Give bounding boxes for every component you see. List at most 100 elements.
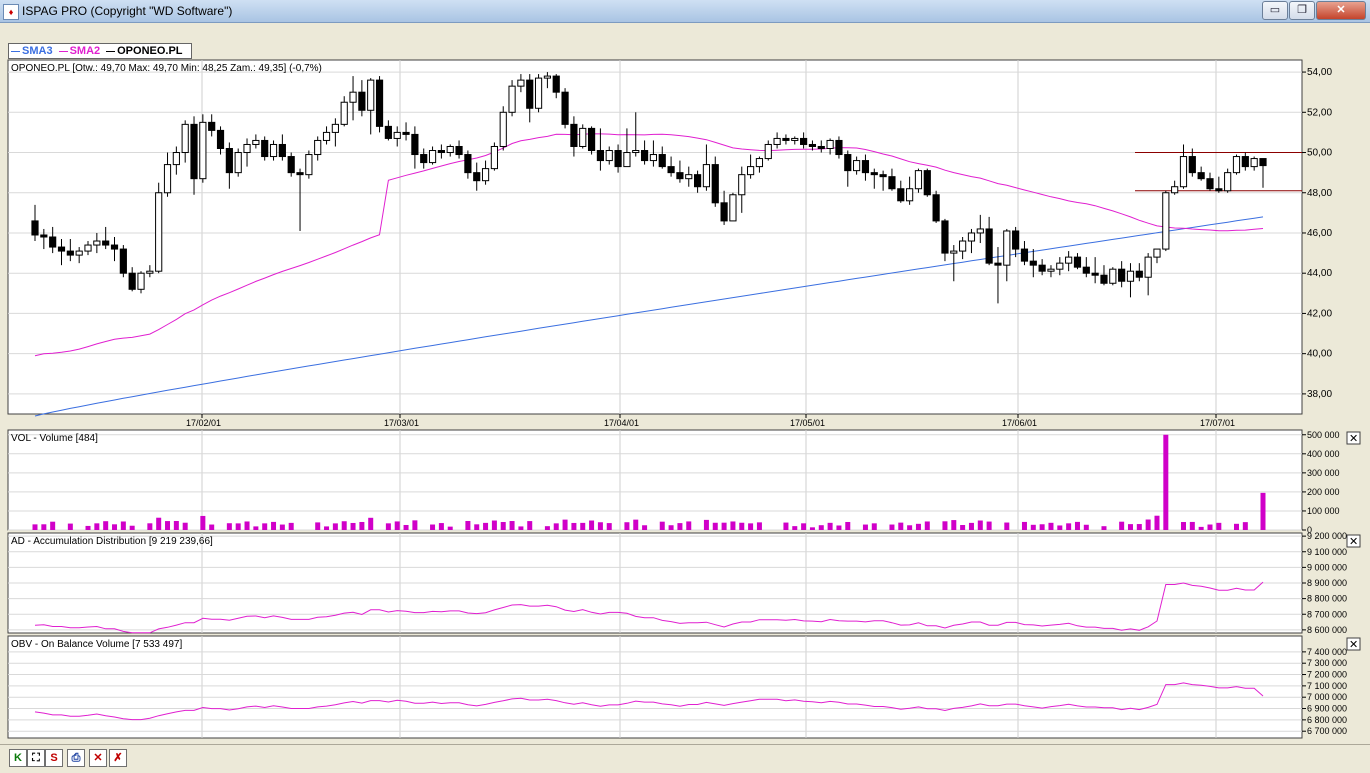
volume-bar <box>580 522 586 530</box>
volume-bar <box>491 520 497 530</box>
candle-body <box>128 272 136 290</box>
candle-body <box>596 150 605 162</box>
candle <box>579 124 587 149</box>
ad-y-tick-label: 9 100 000 <box>1307 547 1347 557</box>
candle-body <box>941 220 949 254</box>
volume-bar <box>226 523 232 530</box>
candle-body <box>543 75 551 79</box>
volume-bar <box>915 523 921 530</box>
print-icon-button[interactable]: ⎙ <box>67 749 85 767</box>
obv-y-tick-label: 6 800 000 <box>1307 715 1347 725</box>
candle-body <box>322 131 331 141</box>
volume-bar <box>668 525 674 530</box>
candle-body <box>844 154 852 172</box>
volume-bar <box>85 525 91 530</box>
volume-bar <box>827 522 833 530</box>
candle-body <box>1232 156 1241 174</box>
candle-body <box>755 158 764 168</box>
chart-area[interactable]: 54,00 52,00 50,00 48,00 46,00 44,00 42,00 40,00… <box>0 0 1370 744</box>
candle-body <box>367 79 375 111</box>
delete-all-icon-button[interactable]: ✗ <box>109 749 127 767</box>
volume-bar <box>1066 523 1072 530</box>
candle-body <box>1091 272 1099 276</box>
candle <box>199 114 207 183</box>
candle-body <box>84 244 92 252</box>
candle-body <box>835 139 843 156</box>
candle-body <box>66 250 74 256</box>
volume-bar <box>350 522 356 530</box>
candle-body <box>1100 274 1108 284</box>
delete-icon-button[interactable]: ✕ <box>89 749 107 767</box>
obv-y-tick-label: 6 700 000 <box>1307 726 1347 736</box>
candle-body <box>261 139 269 158</box>
ad-y-tick-label: 9 000 000 <box>1307 562 1347 572</box>
candle-body <box>420 154 428 164</box>
volume-bar <box>1101 526 1107 530</box>
volume-bar <box>1074 521 1080 530</box>
candle-body <box>269 143 278 158</box>
candle-body <box>1020 248 1029 262</box>
volume-bar <box>862 524 868 530</box>
volume-bar <box>1039 524 1045 530</box>
candle-body <box>914 170 923 190</box>
volume-bar <box>165 521 171 530</box>
volume-bar <box>642 525 648 530</box>
volume-bar <box>960 525 966 530</box>
candle-body <box>1215 188 1223 192</box>
volume-bar <box>748 523 754 530</box>
candle-body <box>994 262 1002 266</box>
volume-bar <box>447 526 453 530</box>
volume-bar <box>509 521 515 530</box>
price-y-tick-label: 52,00 <box>1307 107 1332 118</box>
volume-bar <box>730 521 736 530</box>
price-y-tick-label: 38,00 <box>1307 389 1332 400</box>
ad-y-tick-label: 8 700 000 <box>1307 609 1347 619</box>
candle-body <box>764 143 772 160</box>
volume-bar <box>783 522 789 530</box>
volume-bar <box>907 525 913 530</box>
volume-bar <box>633 519 639 530</box>
volume-bar <box>103 521 109 530</box>
candle-body <box>1206 178 1214 190</box>
candle-body <box>411 133 419 156</box>
candle-body <box>1126 270 1135 282</box>
ad-y-tick-label: 8 600 000 <box>1307 625 1347 635</box>
candle-body <box>75 250 83 256</box>
volume-bar <box>1145 519 1151 530</box>
vol-panel-header: VOL - Volume [484] <box>11 433 98 444</box>
volume-bar <box>235 523 241 530</box>
candle <box>534 74 543 113</box>
candle-body <box>632 150 640 154</box>
candle-body <box>747 166 755 176</box>
volume-bar <box>721 522 727 530</box>
volume-bar <box>1207 524 1213 530</box>
volume-bar <box>924 521 930 530</box>
candle-body <box>1109 268 1117 284</box>
x-tick-label: 17/02/01 <box>186 418 221 428</box>
s-button[interactable]: S <box>45 749 63 767</box>
candle-body <box>720 202 728 222</box>
candle-body <box>861 160 870 174</box>
candle-body <box>534 77 543 109</box>
volume-bar <box>977 520 983 530</box>
volume-bar <box>324 526 330 530</box>
volume-bar <box>756 522 762 530</box>
fullscreen-icon-button[interactable]: ⛶ <box>27 749 45 767</box>
candle-body <box>1065 256 1073 264</box>
candle-body <box>1241 156 1249 168</box>
k-button[interactable]: K <box>9 749 27 767</box>
candle-body <box>49 236 57 248</box>
candle-body <box>190 123 198 180</box>
candle-body <box>976 228 984 234</box>
volume-bar <box>589 520 595 530</box>
price-y-tick-label: 44,00 <box>1307 268 1332 279</box>
ad-y-tick-label: 9 200 000 <box>1307 531 1347 541</box>
candle-body <box>146 270 154 274</box>
volume-bar <box>465 520 471 530</box>
price-y-tick-label: 46,00 <box>1307 228 1332 239</box>
close-icon: ✕ <box>1349 536 1358 548</box>
candle-body <box>402 131 410 135</box>
volume-bar <box>483 522 489 530</box>
ad-y-tick-label: 8 800 000 <box>1307 594 1347 604</box>
volume-bar <box>94 523 100 530</box>
